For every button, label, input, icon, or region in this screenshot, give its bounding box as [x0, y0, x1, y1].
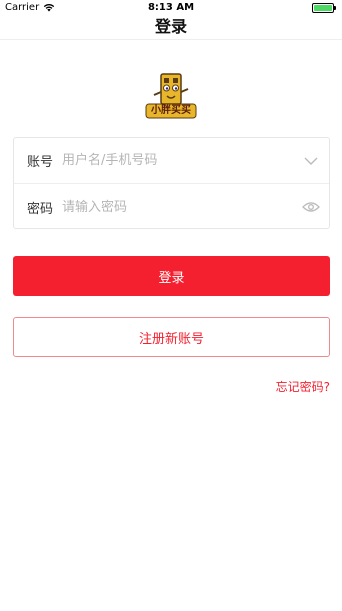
- account-row: 账号: [14, 138, 329, 184]
- app-logo: 小胖买买: [143, 72, 199, 122]
- password-row: 密码: [14, 184, 329, 230]
- password-input[interactable]: [62, 192, 293, 222]
- status-bar: Carrier 8:13 AM: [0, 0, 342, 16]
- register-button[interactable]: 注册新账号: [13, 317, 330, 357]
- password-label: 密码: [27, 201, 54, 217]
- password-visibility-toggle[interactable]: [293, 184, 329, 230]
- account-dropdown-button[interactable]: [293, 138, 329, 183]
- login-button[interactable]: 登录: [13, 256, 330, 296]
- forgot-password-link[interactable]: 忘记密码?: [276, 378, 330, 395]
- account-input[interactable]: [62, 145, 293, 176]
- eye-icon: [302, 202, 320, 212]
- battery-icon: [312, 3, 336, 13]
- nav-bar: 登录: [0, 16, 342, 40]
- page-title: 登录: [154, 17, 187, 36]
- status-time: 8:13 AM: [147, 2, 195, 13]
- login-form: 账号 密码: [13, 137, 330, 229]
- logo-text: 小胖买买: [151, 105, 191, 116]
- account-label: 账号: [27, 155, 54, 170]
- battery-level: [314, 5, 332, 11]
- login-screen: Carrier 8:13 AM 登录 小胖买买 账号 用户名/手机号码 密码 登…: [0, 0, 342, 611]
- chevron-down-icon: [304, 157, 318, 165]
